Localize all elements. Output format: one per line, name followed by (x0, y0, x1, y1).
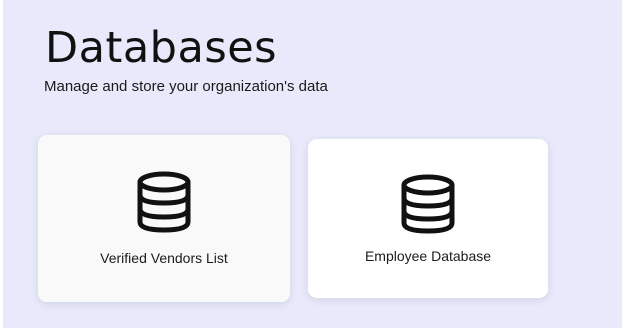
database-card-label: Employee Database (364, 248, 492, 264)
page-title: Databases (45, 23, 278, 73)
database-card-verified-vendors-list[interactable]: Verified Vendors List (38, 135, 290, 302)
database-card-label: Verified Vendors List (100, 250, 228, 266)
database-icon (137, 171, 191, 233)
database-card-employee-database[interactable]: Employee Database (308, 139, 548, 298)
database-icon (401, 174, 455, 234)
page-subtitle: Manage and store your organization's dat… (44, 78, 328, 95)
databases-page: Databases Manage and store your organiza… (3, 0, 622, 328)
